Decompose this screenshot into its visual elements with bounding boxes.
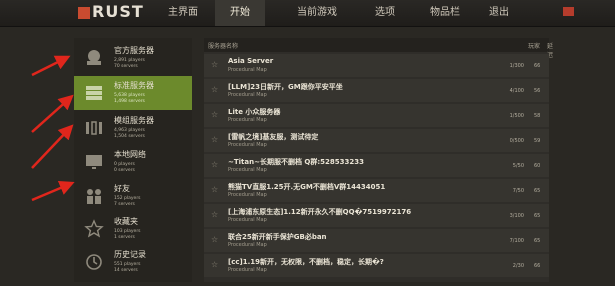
arrow-to-friends [31,180,75,202]
arrow-to-standard [31,94,74,133]
arrow-to-official [31,55,71,77]
annotation-arrows [31,55,75,202]
arrow-to-modded [31,124,74,169]
